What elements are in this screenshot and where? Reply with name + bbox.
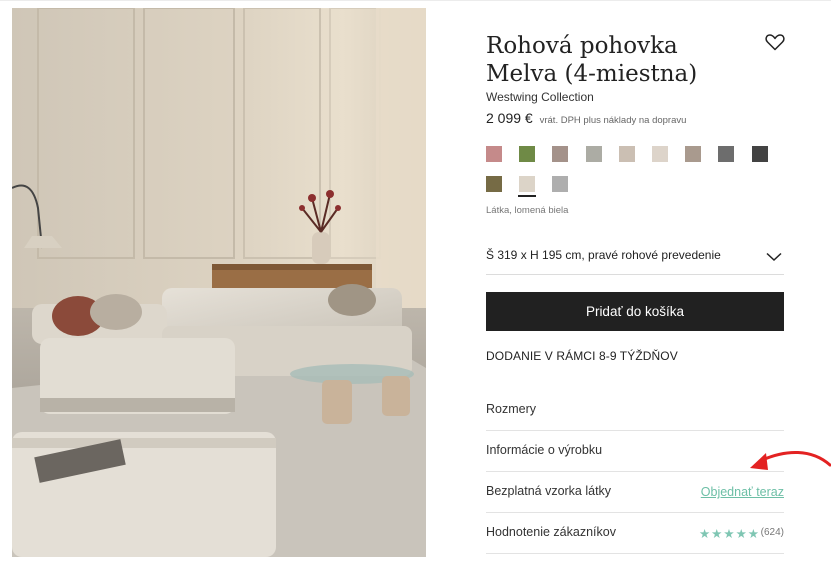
color-swatch[interactable] (519, 146, 535, 162)
color-swatch[interactable] (552, 146, 568, 162)
color-swatch[interactable] (652, 146, 668, 162)
color-swatch[interactable] (486, 146, 502, 162)
size-value: Š 319 x H 195 cm, pravé rohové prevedeni… (486, 248, 721, 262)
price-value: 2 099 € (486, 110, 533, 126)
order-sample-link[interactable]: Objednať teraz (701, 485, 784, 499)
brand-name[interactable]: Westwing Collection (486, 90, 594, 104)
color-swatch[interactable] (586, 146, 602, 162)
color-swatch[interactable] (486, 176, 502, 192)
selected-color-name: Látka, lomená biela (486, 205, 569, 216)
fabric-sample-label: Bezplatná vzorka látky (486, 484, 612, 498)
add-to-cart-button[interactable]: Pridať do košíka (486, 292, 784, 331)
price-note: vrát. DPH plus náklady na dopravu (539, 115, 687, 126)
top-divider (0, 0, 831, 1)
product-title: Rohová pohovka Melva (4-miestna) (486, 33, 698, 87)
accordion-product-info[interactable]: Informácie o výrobku (486, 431, 784, 472)
color-swatch[interactable] (619, 146, 635, 162)
product-image[interactable] (12, 8, 426, 557)
price: 2 099 € vrát. DPH plus náklady na doprav… (486, 110, 686, 126)
size-dropdown[interactable]: Š 319 x H 195 cm, pravé rohové prevedeni… (486, 238, 784, 275)
color-swatch[interactable] (552, 176, 568, 192)
star-rating-icon: ★★★★★ (698, 527, 760, 541)
color-swatch-selected[interactable] (519, 176, 535, 192)
selected-swatch-indicator (518, 195, 536, 197)
review-count: (624) (760, 527, 784, 538)
color-swatch[interactable] (752, 146, 768, 162)
accordion-dimensions[interactable]: Rozmery (486, 390, 784, 431)
accordion-label: Informácie o výrobku (486, 443, 603, 457)
delivery-info: DODANIE V RÁMCI 8-9 TÝŽDŇOV (486, 349, 678, 363)
chevron-down-icon (766, 249, 782, 267)
heart-icon[interactable] (765, 33, 785, 51)
color-swatch[interactable] (685, 146, 701, 162)
color-swatch[interactable] (718, 146, 734, 162)
reviews-row[interactable]: Hodnotenie zákazníkov ★★★★★ (624) (486, 513, 784, 554)
annotation-arrow-icon (748, 447, 831, 484)
reviews-label: Hodnotenie zákazníkov (486, 525, 616, 539)
accordion-label: Rozmery (486, 402, 537, 416)
fabric-sample-row: Bezplatná vzorka látky Objednať teraz (486, 472, 784, 513)
